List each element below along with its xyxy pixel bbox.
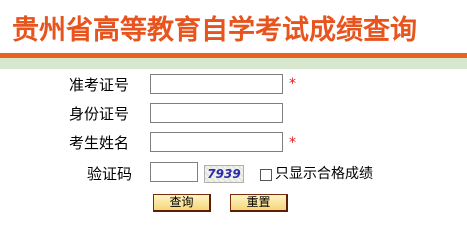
- exam-id-label: 准考证号: [69, 76, 130, 94]
- name-input[interactable]: [150, 132, 283, 152]
- captcha-input[interactable]: [150, 162, 198, 182]
- query-button[interactable]: 查询: [153, 194, 211, 212]
- page-title: 贵州省高等教育自学考试成绩查询: [12, 15, 417, 46]
- id-card-input[interactable]: [150, 103, 283, 123]
- captcha-image[interactable]: 7939: [204, 165, 244, 183]
- captcha-label: 验证码: [87, 165, 133, 183]
- only-pass-label[interactable]: 只显示合格成绩: [275, 164, 373, 184]
- exam-id-required-mark: *: [289, 76, 296, 92]
- name-label: 考生姓名: [69, 134, 130, 152]
- id-card-label: 身份证号: [69, 105, 130, 123]
- page-header: 贵州省高等教育自学考试成绩查询: [0, 0, 467, 69]
- reset-button[interactable]: 重置: [230, 194, 288, 212]
- header-band: [0, 58, 467, 69]
- name-required-mark: *: [289, 135, 296, 151]
- exam-id-input[interactable]: [150, 74, 283, 94]
- only-pass-checkbox[interactable]: [260, 169, 272, 181]
